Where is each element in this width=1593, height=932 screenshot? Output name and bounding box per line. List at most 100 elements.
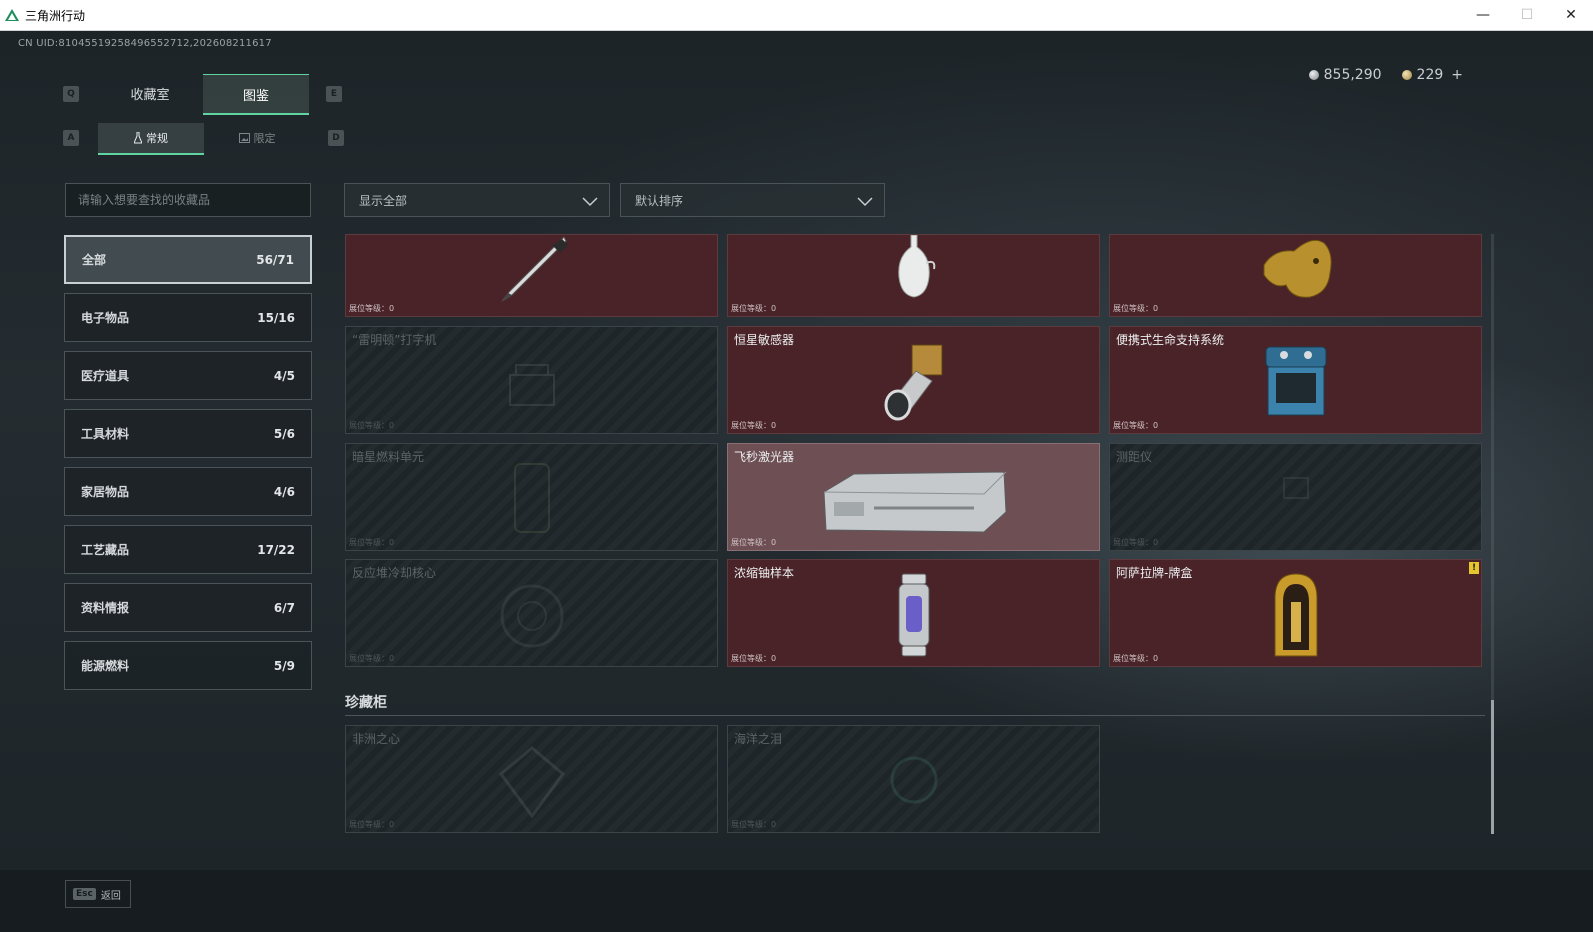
booth-level: 展位等级：0 xyxy=(349,654,395,663)
key-hint-e: E xyxy=(326,86,342,102)
booth-level: 展位等级：0 xyxy=(1113,538,1159,547)
filter-dropdown-value: 显示全部 xyxy=(359,193,408,208)
gold-coin-icon xyxy=(1401,70,1412,80)
item-card[interactable]: 展位等级：0 xyxy=(345,234,718,317)
item-name: 恒星敏感器 xyxy=(734,333,795,347)
diamond-icon xyxy=(498,746,565,819)
window-titlebar: 三角洲行动 — ☐ ✕ xyxy=(0,0,1593,31)
image-icon xyxy=(238,133,250,143)
card-box-icon xyxy=(1274,573,1317,657)
category-count: 15/16 xyxy=(257,310,295,325)
item-card[interactable]: 便携式生命支持系统 展位等级：0 xyxy=(1109,326,1482,434)
minimize-button[interactable]: — xyxy=(1461,0,1505,30)
category-label: 家居物品 xyxy=(81,485,130,499)
bottom-bar xyxy=(0,870,1593,932)
silver-coin-icon xyxy=(1308,70,1319,80)
category-electronics[interactable]: 电子物品 15/16 xyxy=(64,293,312,342)
app-logo-icon xyxy=(5,9,19,21)
item-name: 飞秒激光器 xyxy=(734,450,795,464)
item-name: “雷明顿”打字机 xyxy=(352,333,437,347)
category-count: 5/6 xyxy=(273,426,295,441)
category-label: 工具材料 xyxy=(81,427,130,441)
gold-amount: 229 xyxy=(1416,67,1444,83)
category-count: 5/9 xyxy=(273,658,295,673)
close-button[interactable]: ✕ xyxy=(1549,0,1593,30)
rangefinder-icon xyxy=(1282,477,1309,499)
window-title: 三角洲行动 xyxy=(25,8,86,23)
item-name: 海洋之泪 xyxy=(734,732,783,746)
booth-level: 展位等级：0 xyxy=(731,538,777,547)
back-button[interactable]: Esc 返回 xyxy=(65,880,131,908)
fuel-cell-icon xyxy=(513,463,550,533)
section-divider xyxy=(345,715,1485,716)
item-card[interactable]: 浓缩铀样本 展位等级：0 xyxy=(727,559,1100,667)
user-uid: CN UID:81045519258496552712,202608211617 xyxy=(18,38,272,49)
item-card[interactable]: 展位等级：0 xyxy=(727,234,1100,317)
booth-level: 展位等级：0 xyxy=(1113,304,1159,313)
booth-level: 展位等级：0 xyxy=(1113,421,1159,430)
category-medical[interactable]: 医疗道具 4/5 xyxy=(64,351,312,400)
category-intel[interactable]: 资料情报 6/7 xyxy=(64,583,312,632)
item-card[interactable]: 阿萨拉牌-牌盒 ! 展位等级：0 xyxy=(1109,559,1482,667)
booth-level: 展位等级：0 xyxy=(349,538,395,547)
tab-limited-label: 限定 xyxy=(253,132,276,145)
cabinet-section-title: 珍藏柜 xyxy=(345,695,387,711)
booth-level: 展位等级：0 xyxy=(731,820,777,829)
category-count: 17/22 xyxy=(257,542,295,557)
key-hint-a: A xyxy=(63,130,79,146)
item-grid: 展位等级：0 展位等级：0 展位等级：0 “雷明顿”打字机 展位等级：0 恒星敏… xyxy=(344,234,1484,834)
laser-icon xyxy=(822,471,1007,533)
category-household[interactable]: 家居物品 4/6 xyxy=(64,467,312,516)
cabinet-card[interactable]: 非洲之心 展位等级：0 xyxy=(345,725,718,833)
chevron-down-icon xyxy=(857,197,873,207)
item-card[interactable]: 测距仪 展位等级：0 xyxy=(1109,443,1482,551)
category-label: 能源燃料 xyxy=(81,659,130,673)
item-name: 反应堆冷却核心 xyxy=(352,566,437,580)
item-name: 非洲之心 xyxy=(352,732,401,746)
esc-key-icon: Esc xyxy=(73,888,96,900)
sort-dropdown-value: 默认排序 xyxy=(635,193,684,208)
tab-limited[interactable]: 限定 xyxy=(204,123,310,153)
category-label: 电子物品 xyxy=(81,311,130,325)
maximize-button[interactable]: ☐ xyxy=(1505,0,1549,30)
item-name: 测距仪 xyxy=(1116,450,1153,464)
category-tools[interactable]: 工具材料 5/6 xyxy=(64,409,312,458)
tab-catalog[interactable]: 图鉴 xyxy=(203,74,309,115)
main-tabs: 收藏室 图鉴 xyxy=(97,74,309,115)
sort-dropdown[interactable]: 默认排序 xyxy=(620,183,885,217)
booth-level: 展位等级：0 xyxy=(731,421,777,430)
item-name: 阿萨拉牌-牌盒 xyxy=(1116,566,1193,580)
cabinet-card[interactable]: 海洋之泪 展位等级：0 xyxy=(727,725,1100,833)
item-card[interactable]: 暗星燃料单元 展位等级：0 xyxy=(345,443,718,551)
category-energy[interactable]: 能源燃料 5/9 xyxy=(64,641,312,690)
category-crafts[interactable]: 工艺藏品 17/22 xyxy=(64,525,312,574)
gold-currency: 229 xyxy=(1401,67,1444,83)
item-card[interactable]: 恒星敏感器 展位等级：0 xyxy=(727,326,1100,434)
chevron-down-icon xyxy=(582,197,598,207)
key-hint-q: Q xyxy=(63,86,79,102)
tab-regular[interactable]: 常规 xyxy=(98,123,204,155)
item-card[interactable]: 反应堆冷却核心 展位等级：0 xyxy=(345,559,718,667)
key-hint-d: D xyxy=(328,130,344,146)
silver-currency: 855,290 xyxy=(1308,67,1382,83)
scrollbar-thumb[interactable] xyxy=(1491,700,1494,834)
silver-amount: 855,290 xyxy=(1323,67,1382,83)
currency-bar: 855,290 229 + xyxy=(1308,67,1463,83)
category-label: 资料情报 xyxy=(81,601,130,615)
booth-level: 展位等级：0 xyxy=(1113,654,1159,663)
item-card[interactable]: 展位等级：0 xyxy=(1109,234,1482,317)
item-card[interactable]: 飞秒激光器 展位等级：0 xyxy=(727,443,1100,551)
item-name: 浓缩铀样本 xyxy=(734,566,795,580)
category-list: 全部 56/71 电子物品 15/16 医疗道具 4/5 工具材料 5/6 家居物品 4/… xyxy=(64,235,312,699)
booth-level: 展位等级：0 xyxy=(349,304,395,313)
tab-collection-room[interactable]: 收藏室 xyxy=(97,74,203,112)
item-name: 便携式生命支持系统 xyxy=(1116,333,1225,347)
typewriter-icon xyxy=(508,364,555,406)
search-input[interactable] xyxy=(65,183,311,217)
add-currency-button[interactable]: + xyxy=(1451,67,1463,83)
gem-icon xyxy=(890,756,937,804)
filter-dropdown[interactable]: 显示全部 xyxy=(344,183,610,217)
category-all[interactable]: 全部 56/71 xyxy=(64,235,312,284)
category-label: 工艺藏品 xyxy=(81,543,130,557)
item-card[interactable]: “雷明顿”打字机 展位等级：0 xyxy=(345,326,718,434)
